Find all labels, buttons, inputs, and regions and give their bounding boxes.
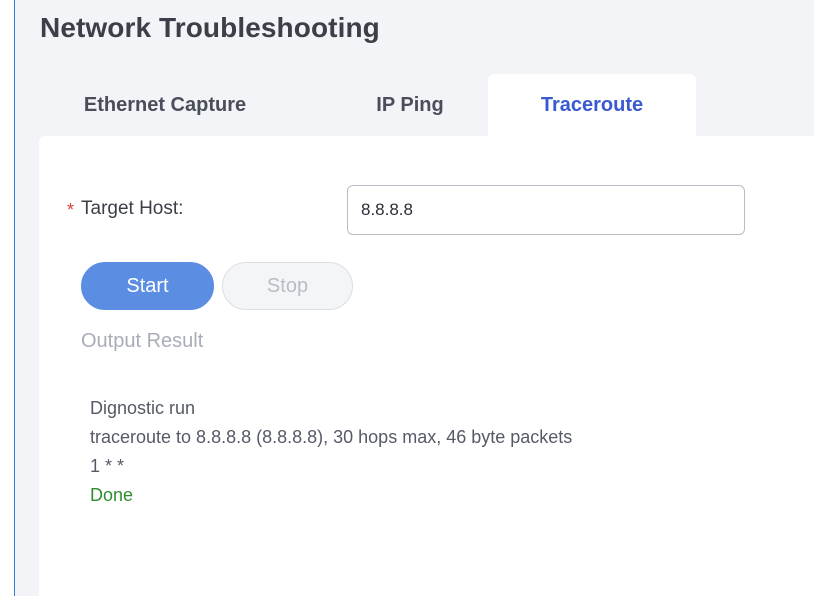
output-line-done: Done — [90, 485, 134, 505]
window-left-edge — [0, 0, 15, 596]
output-line: 1 * * — [90, 456, 125, 476]
tab-traceroute[interactable]: Traceroute — [488, 74, 696, 136]
start-button[interactable]: Start — [81, 262, 214, 310]
stop-button[interactable]: Stop — [222, 262, 353, 310]
required-marker: * — [67, 200, 75, 220]
output-line: Dignostic run — [90, 398, 196, 418]
output-result-log: Dignostic run traceroute to 8.8.8.8 (8.8… — [90, 394, 572, 510]
page-title: Network Troubleshooting — [40, 12, 380, 43]
page: Network Troubleshooting Ethernet Capture… — [15, 0, 814, 596]
tab-ethernet-capture[interactable]: Ethernet Capture — [60, 74, 270, 136]
target-host-input[interactable] — [347, 185, 745, 235]
output-line: traceroute to 8.8.8.8 (8.8.8.8), 30 hops… — [90, 427, 573, 447]
tab-ip-ping[interactable]: IP Ping — [350, 74, 470, 136]
traceroute-panel: * Target Host: Start Stop Output Result … — [39, 136, 814, 596]
target-host-label: Target Host: — [81, 198, 184, 219]
output-result-title: Output Result — [81, 330, 204, 352]
